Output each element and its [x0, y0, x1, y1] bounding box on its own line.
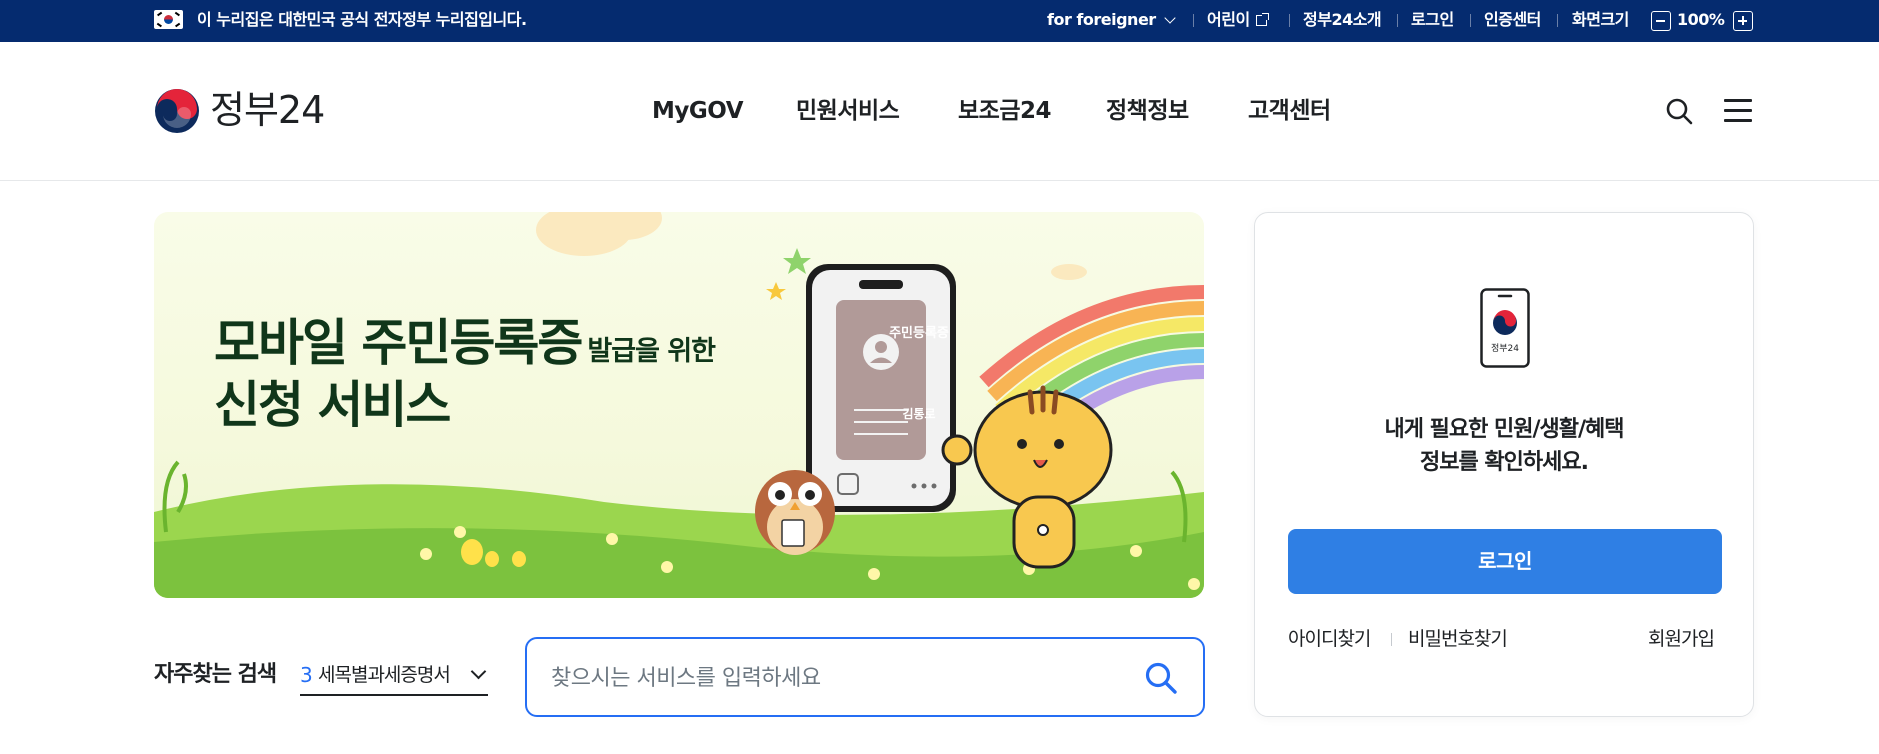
frequent-search-keyword: 세목별과세증명서 — [318, 664, 451, 686]
nav-subsidy24[interactable]: 보조금24 — [958, 96, 1052, 126]
frequent-search-label: 자주찾는 검색 — [154, 662, 277, 687]
screen-size-label: 화면크기 — [1572, 10, 1629, 29]
zoom-level: 100% — [1677, 10, 1725, 29]
login-button[interactable]: 로그인 — [1288, 529, 1722, 594]
site-logo-text[interactable]: 정부24 — [210, 87, 325, 133]
top-login-link[interactable]: 로그인 — [1411, 10, 1454, 30]
banner-title-line2: 신청 서비스 — [214, 376, 451, 434]
gov-notice-bar: 이 누리집은 대한민국 공식 전자정부 누리집입니다. for foreigne… — [0, 0, 1879, 42]
frequent-search-dropdown[interactable]: 3 세목별과세증명서 — [300, 658, 488, 696]
for-foreigner-label: for foreigner — [1047, 10, 1156, 29]
signup-link[interactable]: 회원가입 — [1648, 626, 1715, 652]
id-card-name: 김통로 — [902, 407, 936, 421]
phone-icon-label: 정부24 — [1490, 344, 1519, 354]
nav-policy-info[interactable]: 정책정보 — [1106, 96, 1189, 126]
site-header: 정부24 MyGOV 민원서비스 보조금24 정책정보 고객센터 — [0, 42, 1879, 181]
hamburger-menu-icon[interactable] — [1724, 99, 1752, 123]
divider — [1391, 633, 1392, 646]
gov-notice-text[interactable]: 이 누리집은 대한민국 공식 전자정부 누리집입니다. — [197, 10, 527, 30]
search-submit-icon[interactable] — [1144, 661, 1178, 695]
kids-link[interactable]: 어린이 — [1207, 10, 1269, 30]
divider — [1557, 14, 1558, 27]
divider — [1470, 14, 1471, 27]
login-card-message-line1: 내게 필요한 민원/생활/혜택 — [1384, 417, 1624, 442]
banner-title-main: 모바일 주민등록증 — [214, 314, 583, 372]
for-foreigner-dropdown[interactable]: for foreigner — [1047, 10, 1176, 30]
frequent-search-rank: 3 — [300, 663, 313, 687]
find-id-link[interactable]: 아이디찾기 — [1288, 626, 1371, 652]
divider — [1289, 14, 1290, 27]
login-card-message: 내게 필요한 민원/생활/혜택 정보를 확인하세요. — [1255, 413, 1753, 479]
login-card-message-line2: 정보를 확인하세요. — [1420, 450, 1589, 475]
promo-banner[interactable]: 모바일 주민등록증 발급을 위한 신청 서비스 주민등록증 김통로 — [154, 212, 1204, 598]
external-link-icon — [1255, 13, 1269, 26]
find-password-link[interactable]: 비밀번호찾기 — [1408, 626, 1508, 652]
taegeuk-logo-icon[interactable] — [154, 88, 200, 134]
service-search-input[interactable] — [551, 659, 1111, 697]
nav-civil-services[interactable]: 민원서비스 — [796, 96, 900, 126]
search-icon[interactable] — [1665, 97, 1693, 125]
mobile-phone-icon — [1480, 288, 1530, 368]
nav-mygov[interactable]: MyGOV — [652, 96, 744, 126]
banner-title: 모바일 주민등록증 발급을 위한 — [214, 312, 716, 383]
id-card-title: 주민등록증 — [889, 326, 949, 341]
banner-title-small: 발급을 위한 — [587, 336, 716, 367]
zoom-out-button[interactable] — [1651, 11, 1671, 31]
zoom-in-button[interactable] — [1733, 11, 1753, 31]
kids-label: 어린이 — [1207, 10, 1250, 29]
chevron-down-icon — [1164, 12, 1176, 24]
nav-customer-center[interactable]: 고객센터 — [1248, 96, 1331, 126]
divider — [1397, 14, 1398, 27]
about-link[interactable]: 정부24소개 — [1303, 10, 1382, 30]
login-card: 정부24 내게 필요한 민원/생활/혜택 정보를 확인하세요. 로그인 아이디찾… — [1254, 212, 1754, 717]
cert-center-link[interactable]: 인증센터 — [1484, 10, 1541, 30]
chevron-down-icon — [470, 663, 487, 680]
divider — [1193, 14, 1194, 27]
service-search-box — [525, 637, 1205, 717]
korean-flag-icon — [154, 10, 183, 29]
